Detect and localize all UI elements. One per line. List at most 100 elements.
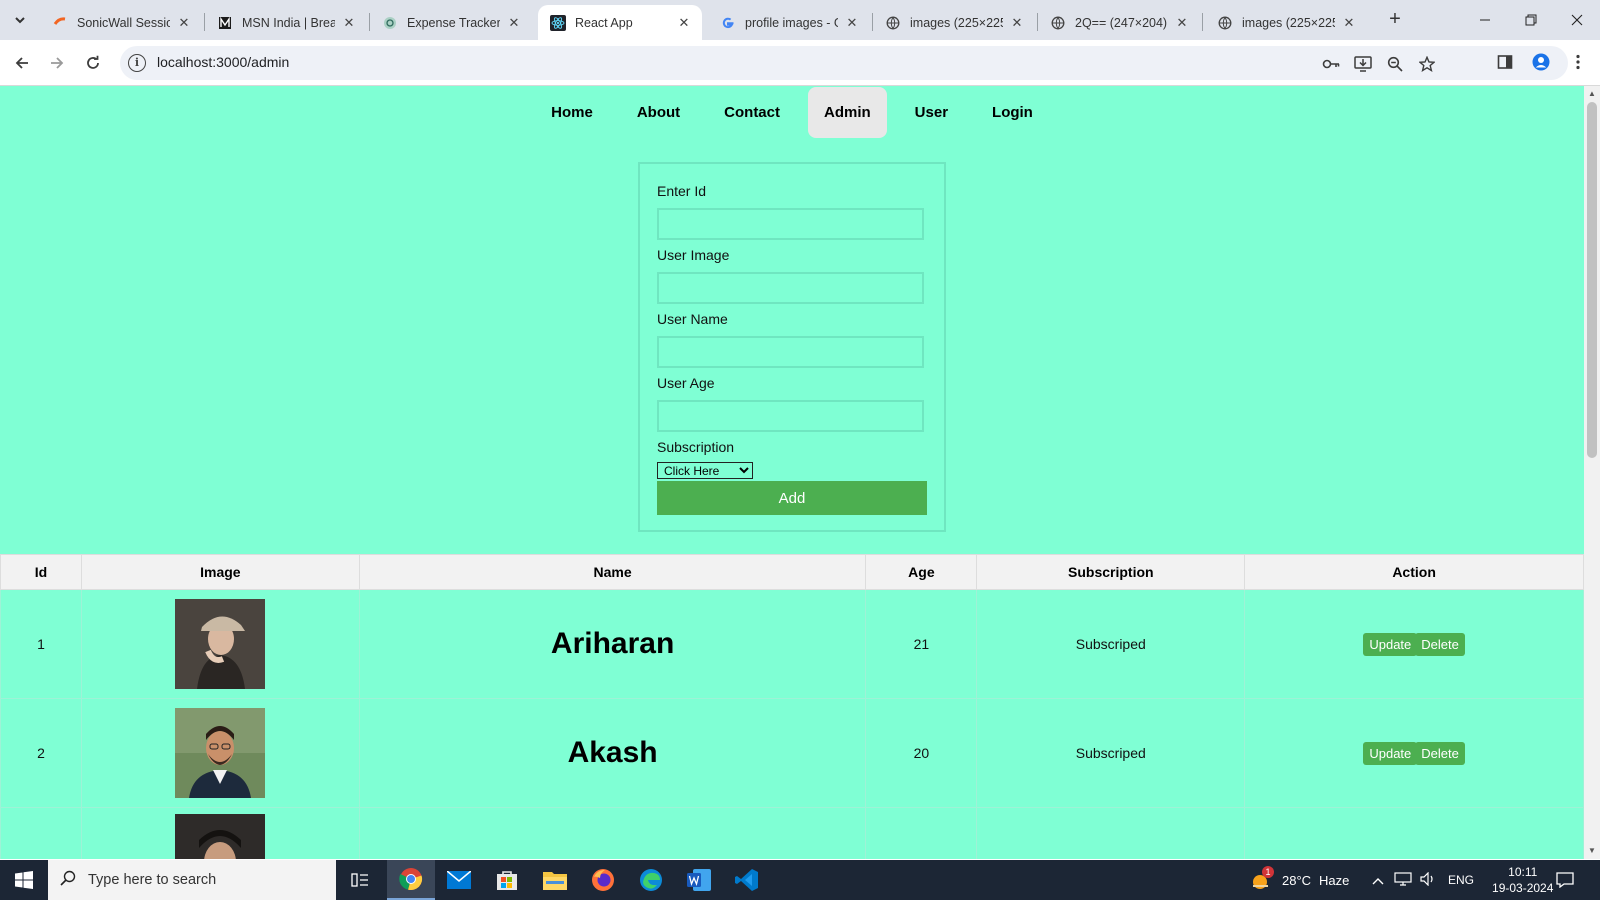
profile-button[interactable] (1526, 47, 1556, 77)
start-button[interactable] (0, 860, 48, 900)
chrome-icon (399, 868, 423, 891)
taskbar-store[interactable] (483, 860, 531, 900)
cell-action: Update Delete (1244, 698, 1584, 808)
tab-expense-tracker[interactable]: Expense Tracker In ✕ (370, 5, 532, 40)
tab-title: profile images - G (745, 15, 838, 30)
close-icon (1571, 14, 1583, 26)
clock[interactable]: 10:11 19-03-2024 (1492, 864, 1553, 896)
zoom-icon[interactable] (1384, 53, 1406, 75)
search-placeholder: Type here to search (88, 872, 217, 888)
forward-button[interactable] (43, 49, 71, 77)
taskbar-search[interactable]: Type here to search (48, 860, 336, 900)
delete-button[interactable]: Delete (1415, 741, 1465, 765)
cell-name: Ariharan (358, 589, 867, 699)
page-scrollbar[interactable]: ▲ ▼ (1584, 86, 1600, 859)
folder-icon (543, 872, 567, 890)
update-button[interactable]: Update (1363, 741, 1418, 765)
task-view-button[interactable] (336, 860, 384, 900)
tab-msn[interactable]: MSN India | Breaki ✕ (205, 5, 367, 40)
user-avatar-image (175, 708, 266, 798)
cell-action (1244, 807, 1584, 859)
react-icon (550, 14, 566, 31)
tab-images-2[interactable]: images (225×225) ✕ (1205, 5, 1367, 40)
url-text[interactable]: localhost:3000/admin (157, 54, 289, 70)
close-tab-icon[interactable]: ✕ (676, 15, 692, 31)
back-button[interactable] (8, 49, 36, 77)
nav-login[interactable]: Login (976, 87, 1049, 138)
subscription-select[interactable]: Click Here (657, 462, 753, 479)
close-tab-icon[interactable]: ✕ (1009, 15, 1025, 31)
taskbar-mail[interactable] (435, 860, 483, 900)
taskbar-file-explorer[interactable] (531, 860, 579, 900)
image-input[interactable] (657, 272, 924, 304)
scroll-up-icon[interactable]: ▲ (1584, 86, 1600, 102)
column-header-id: Id (0, 554, 82, 590)
windows-taskbar: Type here to search 1 28°C Haze ENG 10:1… (0, 860, 1600, 900)
bookmark-star-icon[interactable] (1416, 53, 1438, 75)
vscode-icon (735, 869, 758, 891)
minimize-button[interactable] (1462, 0, 1508, 40)
tab-react-app[interactable]: React App ✕ (538, 5, 702, 40)
age-input[interactable] (657, 400, 924, 432)
scroll-thumb[interactable] (1587, 102, 1597, 458)
delete-button[interactable]: Delete (1415, 632, 1465, 656)
site-info-icon[interactable]: i (128, 54, 146, 72)
user-name: Akash (567, 736, 658, 769)
taskbar-firefox[interactable] (579, 860, 627, 900)
user-avatar-image (175, 599, 266, 689)
address-bar[interactable]: i localhost:3000/admin (120, 46, 1568, 80)
taskbar-word[interactable] (675, 860, 723, 900)
close-tab-icon[interactable]: ✕ (844, 15, 860, 31)
cell-id: 1 (0, 589, 82, 699)
close-tab-icon[interactable]: ✕ (506, 15, 522, 31)
edge-icon (640, 869, 662, 891)
close-tab-icon[interactable]: ✕ (1174, 15, 1190, 31)
name-input[interactable] (657, 336, 924, 368)
chevron-down-icon (15, 17, 25, 24)
tab-sonicwall[interactable]: SonicWall Session ✕ (40, 5, 202, 40)
msn-icon (217, 15, 233, 31)
scroll-down-icon[interactable]: ▼ (1584, 843, 1600, 859)
taskbar-edge[interactable] (627, 860, 675, 900)
close-tab-icon[interactable]: ✕ (1341, 15, 1357, 31)
tab-title: MSN India | Breaki (242, 15, 335, 30)
id-label: Enter Id (657, 183, 707, 199)
notification-icon (1556, 872, 1574, 888)
notification-center-button[interactable] (1556, 860, 1574, 900)
close-window-button[interactable] (1554, 0, 1600, 40)
nav-home[interactable]: Home (535, 87, 609, 138)
nav-about[interactable]: About (621, 87, 696, 138)
cell-age: 20 (865, 698, 978, 808)
nav-user[interactable]: User (899, 87, 964, 138)
close-tab-icon[interactable]: ✕ (341, 15, 357, 31)
cell-action: Update Delete (1244, 589, 1584, 699)
network-icon[interactable] (1394, 871, 1412, 889)
column-header-image: Image (80, 554, 360, 590)
add-button[interactable]: Add (657, 481, 927, 515)
tab-images-1[interactable]: images (225×225) ✕ (873, 5, 1035, 40)
install-app-icon[interactable] (1352, 53, 1374, 75)
password-key-icon[interactable] (1320, 53, 1342, 75)
taskbar-chrome[interactable] (387, 860, 435, 900)
tab-search-button[interactable] (8, 8, 32, 32)
chevron-up-icon[interactable] (1372, 873, 1384, 888)
page-viewport: Home About Contact Admin User Login Ente… (0, 86, 1600, 859)
nav-admin[interactable]: Admin (808, 86, 887, 138)
new-tab-button[interactable]: + (1384, 9, 1406, 31)
tab-2q[interactable]: 2Q== (247×204) ✕ (1038, 5, 1200, 40)
nav-contact[interactable]: Contact (708, 87, 796, 138)
browser-menu-button[interactable] (1563, 47, 1593, 77)
language-indicator[interactable]: ENG (1448, 873, 1474, 887)
tab-profile-images[interactable]: profile images - G ✕ (708, 5, 870, 40)
id-input[interactable] (657, 208, 924, 240)
reload-button[interactable] (79, 49, 107, 77)
volume-icon[interactable] (1420, 871, 1436, 889)
update-button[interactable]: Update (1363, 632, 1418, 656)
close-tab-icon[interactable]: ✕ (176, 15, 192, 31)
restore-button[interactable] (1508, 0, 1554, 40)
weather-widget[interactable]: 1 28°C Haze (1250, 860, 1349, 900)
side-panel-button[interactable] (1490, 47, 1520, 77)
google-icon (720, 15, 736, 31)
minimize-icon (1480, 19, 1490, 21)
taskbar-vscode[interactable] (723, 860, 771, 900)
